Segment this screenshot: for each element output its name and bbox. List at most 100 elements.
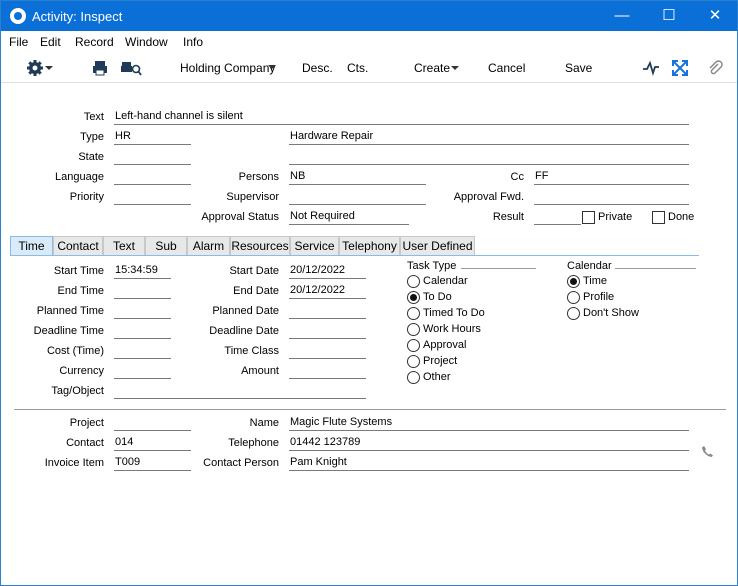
start-time-value: 15:34:59 xyxy=(115,264,158,276)
end-time-label: End Time xyxy=(57,285,104,297)
calendar-radio-don-t-show[interactable] xyxy=(567,307,580,320)
calendar-radio-label-time: Time xyxy=(583,275,608,287)
task-type-label: Task Type xyxy=(407,260,457,272)
telephone-label: Telephone xyxy=(228,437,279,449)
save-button[interactable]: Save xyxy=(565,61,592,75)
project-field[interactable] xyxy=(114,416,191,431)
chevron-down-icon[interactable] xyxy=(44,59,54,77)
amount-field[interactable] xyxy=(289,364,366,379)
planned-date-field[interactable] xyxy=(289,304,366,319)
paperclip-icon[interactable] xyxy=(706,59,724,77)
task-type-radio-label-to-do: To Do xyxy=(423,291,452,303)
task-type-radio-timed-to-do[interactable] xyxy=(407,307,420,320)
calendar-group-line xyxy=(615,268,696,269)
maximize-button[interactable]: ☐ xyxy=(646,1,692,31)
tab-contact[interactable]: Contact xyxy=(53,236,103,256)
app-icon xyxy=(10,8,26,24)
menu-file[interactable]: File xyxy=(9,35,28,49)
phone-icon[interactable] xyxy=(701,445,714,458)
task-type-radio-project[interactable] xyxy=(407,355,420,368)
cc-label: Cc xyxy=(510,171,524,183)
calendar-radio-time[interactable] xyxy=(567,275,580,288)
start-date-field[interactable]: 20/12/2022 xyxy=(289,264,366,279)
minimize-button[interactable]: — xyxy=(599,1,645,31)
menu-info[interactable]: Info xyxy=(183,35,203,49)
tab-time[interactable]: Time xyxy=(10,236,53,256)
cc-field[interactable]: FF xyxy=(534,170,689,185)
gear-icon[interactable] xyxy=(26,59,44,77)
calendar-label: Calendar xyxy=(567,260,612,272)
name-field[interactable]: Magic Flute Systems xyxy=(289,416,689,431)
task-type-radio-approval[interactable] xyxy=(407,339,420,352)
task-type-radio-calendar[interactable] xyxy=(407,275,420,288)
invoice-item-field[interactable]: T009 xyxy=(114,456,191,471)
state-description-field xyxy=(289,150,689,165)
tab-sub[interactable]: Sub xyxy=(145,236,187,256)
telephone-field[interactable]: 01442 123789 xyxy=(289,436,689,451)
menu-record[interactable]: Record xyxy=(75,35,114,49)
create-button[interactable]: Create xyxy=(414,61,450,75)
chevron-down-icon[interactable] xyxy=(267,59,277,77)
persons-field[interactable]: NB xyxy=(289,170,426,185)
task-type-radio-label-calendar: Calendar xyxy=(423,275,468,287)
type-description-value: Hardware Repair xyxy=(290,130,374,142)
text-label: Text xyxy=(83,111,104,123)
close-button[interactable]: ✕ xyxy=(692,1,738,31)
tab-alarm[interactable]: Alarm xyxy=(187,236,230,256)
amount-label: Amount xyxy=(241,365,279,377)
task-type-radio-other[interactable] xyxy=(407,371,420,384)
persons-label: Persons xyxy=(238,171,279,183)
task-type-radio-work-hours[interactable] xyxy=(407,323,420,336)
currency-field[interactable] xyxy=(114,364,171,379)
cost-time-field[interactable] xyxy=(114,344,171,359)
text-field[interactable]: Left-hand channel is silent xyxy=(114,110,689,125)
contact-person-value: Pam Knight xyxy=(290,456,347,468)
time-class-field[interactable] xyxy=(289,344,366,359)
menu-edit[interactable]: Edit xyxy=(40,35,61,49)
contact-value: 014 xyxy=(115,436,134,448)
deadline-time-field[interactable] xyxy=(114,324,171,339)
print-preview-icon[interactable] xyxy=(120,59,142,77)
window-title: Activity: Inspect xyxy=(32,9,123,24)
activity-pulse-icon[interactable] xyxy=(642,59,660,77)
contact-field[interactable]: 014 xyxy=(114,436,191,451)
state-label: State xyxy=(78,151,104,163)
language-field[interactable] xyxy=(114,170,191,185)
task-type-radio-label-other: Other xyxy=(423,371,451,383)
deadline-date-field[interactable] xyxy=(289,324,366,339)
approval-status-field[interactable]: Not Required xyxy=(289,210,409,225)
private-checkbox[interactable] xyxy=(582,211,595,224)
company-selector[interactable]: Holding Company xyxy=(180,61,275,75)
type-description-field[interactable]: Hardware Repair xyxy=(289,130,689,145)
start-time-field[interactable]: 15:34:59 xyxy=(114,264,171,279)
expand-icon[interactable] xyxy=(671,59,689,77)
menu-window[interactable]: Window xyxy=(125,35,168,49)
approval-fwd-field[interactable] xyxy=(534,190,689,205)
tab-user-defined[interactable]: User Defined xyxy=(400,236,475,256)
desc-button[interactable]: Desc. xyxy=(302,61,333,75)
print-icon[interactable] xyxy=(91,59,109,77)
cancel-button[interactable]: Cancel xyxy=(488,61,525,75)
tab-resources[interactable]: Resources xyxy=(230,236,290,256)
supervisor-field[interactable] xyxy=(289,190,426,205)
chevron-down-icon[interactable] xyxy=(450,59,460,77)
contact-person-field[interactable]: Pam Knight xyxy=(289,456,689,471)
type-field[interactable]: HR xyxy=(114,130,191,145)
tab-text[interactable]: Text xyxy=(103,236,145,256)
result-field[interactable] xyxy=(534,210,581,225)
cts-button[interactable]: Cts. xyxy=(347,61,368,75)
end-date-field[interactable]: 20/12/2022 xyxy=(289,284,366,299)
state-field[interactable] xyxy=(114,150,191,165)
priority-label: Priority xyxy=(69,191,104,203)
tab-service[interactable]: Service xyxy=(290,236,339,256)
done-checkbox[interactable] xyxy=(652,211,665,224)
end-time-field[interactable] xyxy=(114,284,171,299)
type-field-value: HR xyxy=(115,130,131,142)
calendar-radio-profile[interactable] xyxy=(567,291,580,304)
tag-object-field[interactable] xyxy=(114,384,366,399)
tab-telephony[interactable]: Telephony xyxy=(339,236,400,256)
planned-time-field[interactable] xyxy=(114,304,171,319)
priority-field[interactable] xyxy=(114,190,191,205)
task-type-radio-to-do[interactable] xyxy=(407,291,420,304)
tag-object-label: Tag/Object xyxy=(51,385,104,397)
